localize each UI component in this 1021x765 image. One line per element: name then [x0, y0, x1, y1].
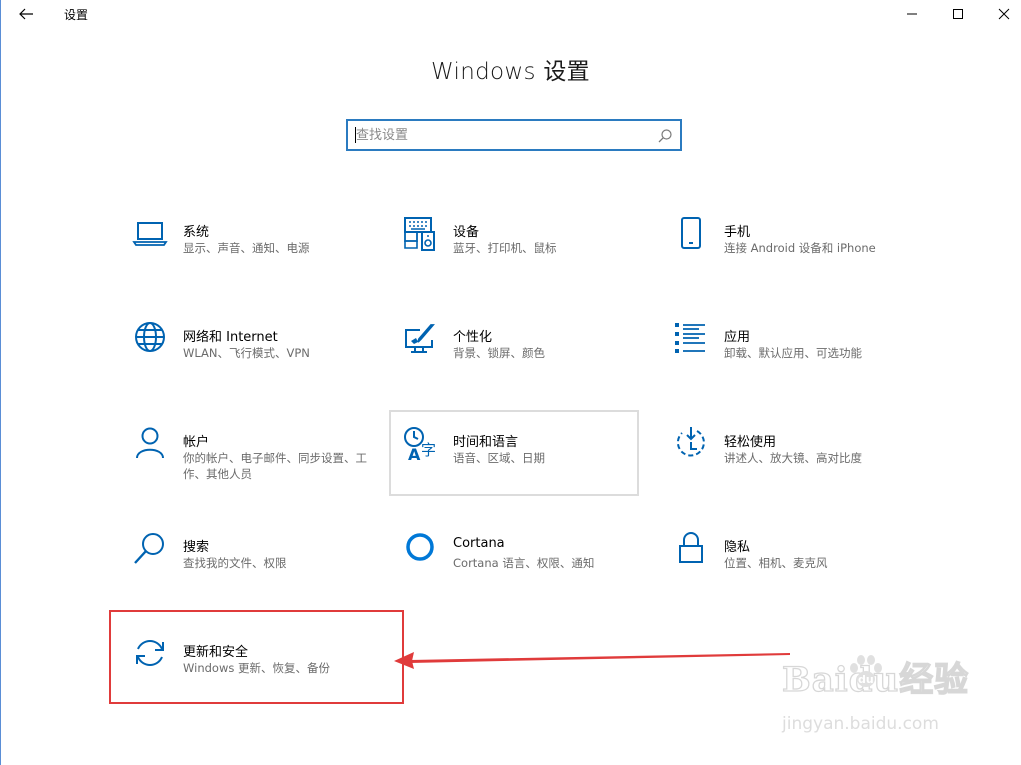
settings-tile-cortana[interactable]: Cortana Cortana 语言、权限、通知: [380, 532, 630, 618]
tile-description: 显示、声音、通知、电源: [183, 241, 310, 255]
settings-tile-time-language[interactable]: A 字 时间和语言 语音、区域、日期: [380, 427, 630, 513]
settings-tile-phone[interactable]: 手机 连接 Android 设备和 iPhone: [651, 217, 901, 303]
tile-title: 搜索: [183, 540, 210, 555]
minimize-icon: [907, 13, 917, 15]
close-icon: [998, 8, 1010, 20]
svg-text:A: A: [408, 445, 421, 463]
svg-text:du: du: [858, 673, 874, 686]
tile-title: 隐私: [724, 540, 751, 555]
search-input[interactable]: [356, 125, 646, 145]
close-button[interactable]: [981, 0, 1021, 28]
tile-description: 讲述人、放大镜、高对比度: [724, 451, 862, 465]
baidu-watermark: Baidu经验 du jingyan.baidu.com: [781, 652, 982, 752]
text-caret: [355, 127, 356, 143]
magnifier-icon: [134, 533, 164, 564]
back-button[interactable]: [10, 0, 42, 28]
maximize-icon: [953, 9, 963, 19]
tile-description: Windows 更新、恢复、备份: [183, 661, 330, 675]
settings-tile-devices[interactable]: 设备 蓝牙、打印机、鼠标: [380, 217, 630, 303]
search-box[interactable]: [346, 119, 682, 151]
tile-description: 你的帐户、电子邮件、同步设置、工作、其他人员: [183, 451, 367, 481]
time-language-icon: A 字: [404, 427, 436, 463]
settings-tile-ease-of-access[interactable]: 轻松使用 讲述人、放大镜、高对比度: [651, 427, 901, 513]
settings-tile-personalization[interactable]: 个性化 背景、锁屏、颜色: [380, 322, 630, 408]
settings-tile-apps[interactable]: 应用 卸载、默认应用、可选功能: [651, 322, 901, 408]
apps-list-icon: [675, 323, 705, 353]
minimize-button[interactable]: [889, 0, 935, 28]
tile-title: 时间和语言: [453, 435, 519, 450]
tile-description: 语音、区域、日期: [453, 451, 545, 465]
tile-title: 网络和 Internet: [183, 330, 278, 345]
globe-icon: [135, 322, 165, 352]
watermark-url: jingyan.baidu.com: [782, 714, 939, 734]
lock-icon: [679, 532, 703, 563]
settings-tile-system[interactable]: 系统 显示、声音、通知、电源: [110, 217, 360, 303]
page-title: Windows 设置: [431, 59, 590, 85]
settings-tile-network[interactable]: 网络和 Internet WLAN、飞行模式、VPN: [110, 322, 360, 408]
tile-description: 蓝牙、打印机、鼠标: [453, 241, 557, 255]
tile-title: 设备: [453, 225, 480, 240]
tile-title: 系统: [183, 225, 210, 240]
tile-description: 位置、相机、麦克风: [724, 556, 828, 570]
tile-description: 背景、锁屏、颜色: [453, 346, 545, 360]
app-title: 设置: [64, 8, 89, 22]
svg-text:字: 字: [421, 441, 436, 459]
person-icon: [136, 427, 164, 459]
title-bar: 设置: [0, 0, 1021, 28]
search-icon[interactable]: [656, 127, 674, 145]
tile-title: 轻松使用: [724, 435, 777, 450]
phone-icon: [681, 217, 701, 249]
tile-title: 手机: [724, 225, 751, 240]
tile-title: 帐户: [183, 435, 210, 450]
sync-arrows-icon: [136, 640, 164, 666]
tile-title: Cortana: [453, 536, 505, 551]
paint-monitor-icon: [405, 324, 435, 353]
tile-title: 应用: [724, 330, 751, 345]
tile-description: WLAN、飞行模式、VPN: [183, 346, 310, 360]
cortana-ring-icon: [406, 533, 434, 561]
annotation-arrow: [394, 652, 790, 669]
paw-icon: du: [850, 655, 882, 687]
settings-tile-update-security[interactable]: 更新和安全 Windows 更新、恢复、备份: [110, 637, 360, 723]
tile-description: 连接 Android 设备和 iPhone: [724, 241, 876, 255]
ease-of-access-icon: [676, 427, 705, 457]
keyboard-speaker-icon: [404, 217, 435, 251]
back-arrow-icon: [19, 8, 33, 20]
settings-tile-accounts[interactable]: 帐户 你的帐户、电子邮件、同步设置、工作、其他人员: [110, 427, 367, 513]
settings-tile-privacy[interactable]: 隐私 位置、相机、麦克风: [651, 532, 901, 618]
tile-title: 更新和安全: [183, 645, 249, 660]
tile-description: 卸载、默认应用、可选功能: [724, 346, 862, 360]
tile-description: Cortana 语言、权限、通知: [453, 556, 595, 570]
settings-tile-search[interactable]: 搜索 查找我的文件、权限: [110, 532, 360, 618]
tile-title: 个性化: [453, 330, 493, 345]
tile-description: 查找我的文件、权限: [183, 556, 287, 570]
laptop-icon: [132, 222, 168, 246]
maximize-button[interactable]: [935, 0, 981, 28]
